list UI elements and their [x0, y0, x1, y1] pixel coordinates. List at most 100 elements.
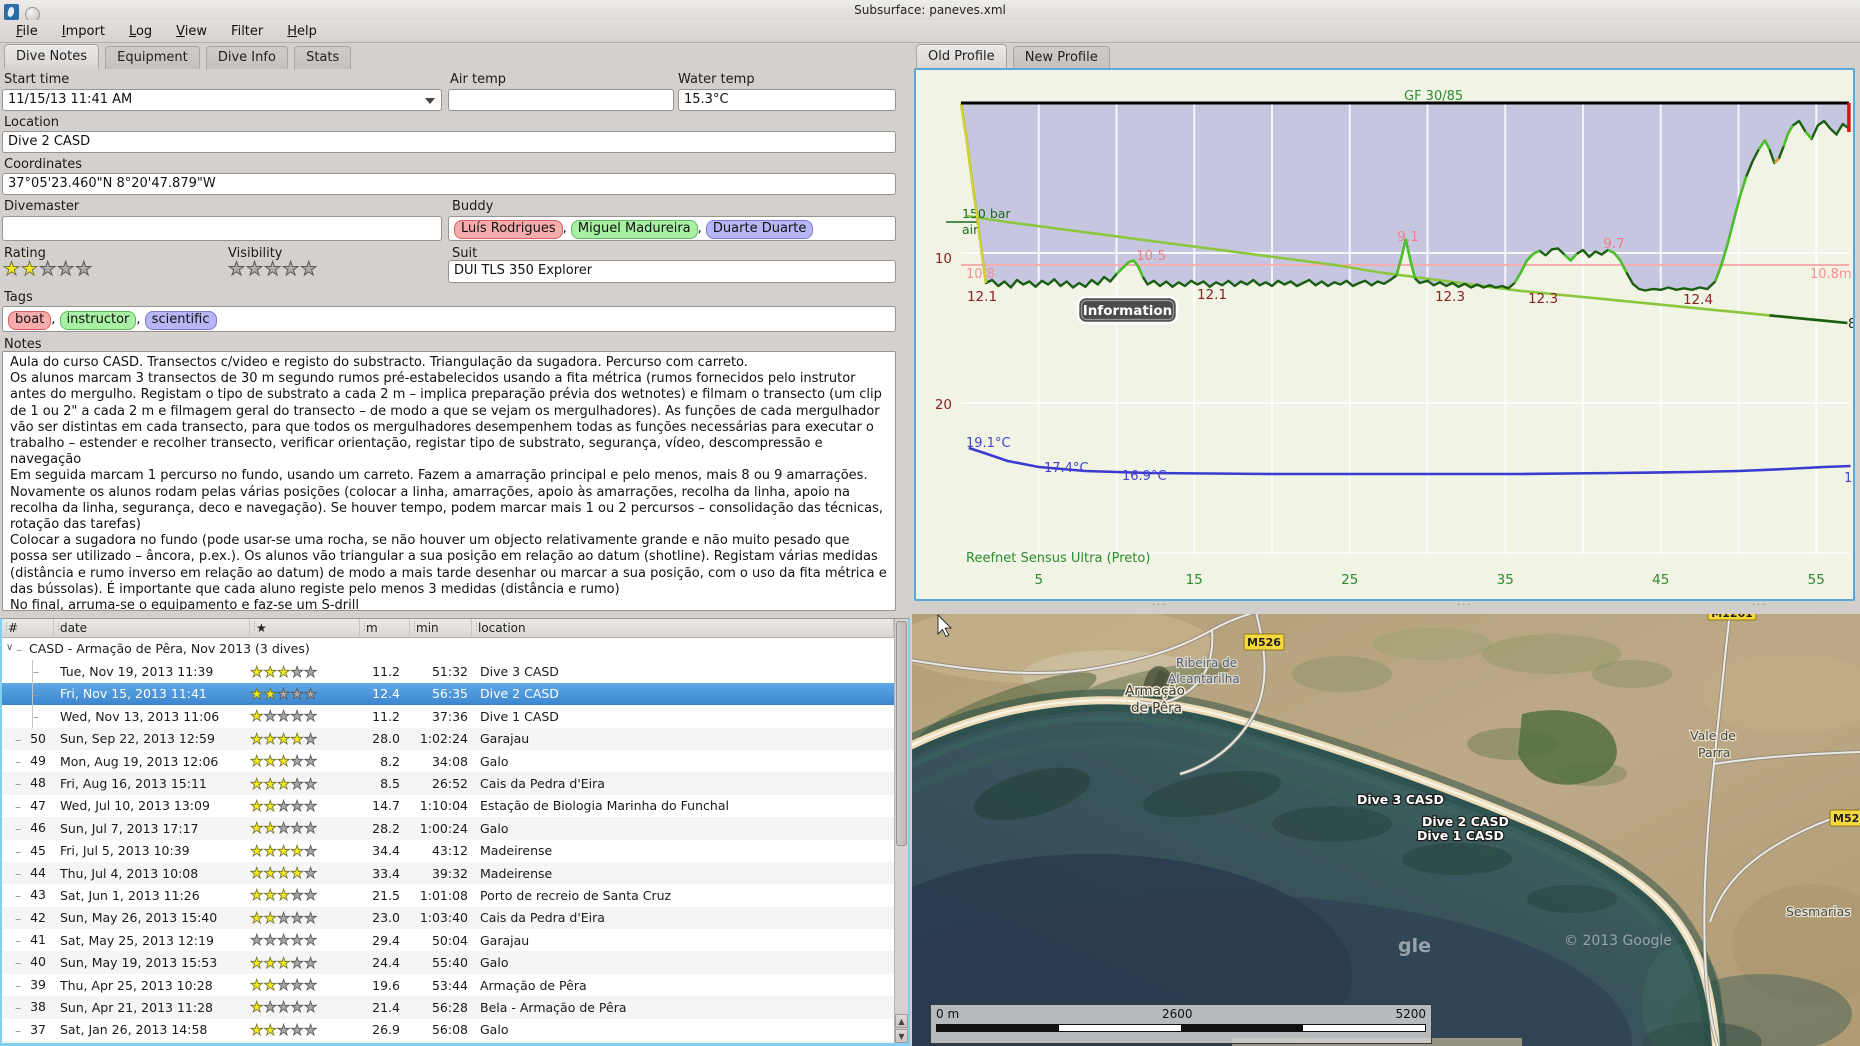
- star-icon[interactable]: ★: [75, 258, 93, 280]
- star-icon: ★: [263, 908, 277, 927]
- start-time-combo[interactable]: 11/15/13 11:41 AM: [2, 89, 442, 111]
- star-icon[interactable]: ★: [282, 258, 300, 280]
- star-icon: ★: [250, 796, 264, 816]
- star-icon: ★: [290, 707, 304, 726]
- buddy-field[interactable]: Luís Rodrigues, Miguel Madureira, Duarte…: [448, 216, 896, 241]
- dive-list-scrollbar[interactable]: ▲ ▼: [894, 619, 908, 1043]
- star-icon: ★: [290, 931, 304, 950]
- air-temp-field[interactable]: [448, 89, 674, 111]
- coordinates-field[interactable]: 37°05'23.460"N 8°20'47.879"W: [2, 173, 896, 195]
- menu-help[interactable]: Help: [277, 22, 327, 41]
- tab-stats[interactable]: Stats: [294, 46, 352, 69]
- tab-equipment[interactable]: Equipment: [105, 46, 200, 69]
- menu-filter[interactable]: Filter: [221, 22, 273, 41]
- place-label-armacao: Armação de Pêra: [1124, 682, 1187, 718]
- pill-Miguel Madureira[interactable]: Miguel Madureira: [570, 220, 698, 239]
- pill-instructor[interactable]: instructor: [59, 311, 137, 330]
- tab-dive-notes[interactable]: Dive Notes: [4, 44, 99, 68]
- menu-log[interactable]: Log: [119, 22, 162, 41]
- svg-text:de Pêra: de Pêra: [1131, 700, 1182, 716]
- dive-row[interactable]: –50 Sun, Sep 22, 2013 12:59 ★★★★★ 28.0 1:02:…: [2, 727, 894, 750]
- map-canvas[interactable]: M526 M1261 M526 Armação de Pêra Ribeira …: [912, 614, 1860, 1046]
- svg-text:10.5: 10.5: [1136, 248, 1166, 264]
- coordinates-label: Coordinates: [4, 157, 83, 172]
- dive-row[interactable]: –43 Sat, Jun 1, 2013 11:26 ★★★★★ 21.5 1:01:0…: [2, 884, 894, 907]
- star-icon: ★: [303, 707, 318, 726]
- star-icon[interactable]: ★: [57, 258, 75, 280]
- dive-list-header[interactable]: # date ★ m min location: [2, 619, 894, 638]
- star-icon[interactable]: ★: [264, 258, 282, 280]
- notes-field[interactable]: Aula do curso CASD. Transectos c/video e…: [2, 351, 896, 611]
- tab-new-profile[interactable]: New Profile: [1012, 46, 1110, 69]
- dive-row[interactable]: – Tue, Nov 19, 2013 11:39 ★★★★★ 11.2 51:32 Di…: [2, 660, 894, 683]
- divemaster-field[interactable]: [2, 216, 442, 241]
- scrollbar-thumb[interactable]: [896, 621, 907, 846]
- dive-row[interactable]: –39 Thu, Apr 25, 2013 10:28 ★★★★★ 19.6 53:44…: [2, 973, 894, 997]
- scroll-up-button[interactable]: ▲: [895, 1014, 908, 1028]
- dive-row[interactable]: –49 Mon, Aug 19, 2013 12:06 ★★★★★ 8.2 34:08 G…: [2, 749, 894, 773]
- suit-field[interactable]: DUI TLS 350 Explorer: [448, 260, 896, 283]
- map-panel[interactable]: M526 M1261 M526 Armação de Pêra Ribeira …: [912, 614, 1860, 1046]
- dive-row[interactable]: –37 Sat, Jan 26, 2013 14:58 ★★★★★ 26.9 56:08…: [2, 1018, 894, 1042]
- col-depth[interactable]: m: [360, 619, 410, 637]
- svg-text:55: 55: [1808, 572, 1825, 588]
- star-icon: ★: [276, 931, 291, 950]
- information-tooltip[interactable]: Information: [1076, 295, 1179, 325]
- star-icon[interactable]: ★: [300, 258, 318, 280]
- star-icon: ★: [303, 841, 318, 860]
- star-icon: ★: [303, 1020, 318, 1039]
- water-temp-label: Water temp: [678, 72, 755, 87]
- col-date[interactable]: date: [54, 619, 250, 637]
- dive-row[interactable]: –48 Fri, Aug 16, 2013 15:11 ★★★★★ 8.5 26:52 C…: [2, 772, 894, 795]
- star-icon: ★: [276, 841, 291, 860]
- svg-text:16: 16: [1844, 471, 1853, 486]
- col-location[interactable]: location: [472, 619, 894, 637]
- pill-Luís Rodrigues[interactable]: Luís Rodrigues: [454, 220, 563, 239]
- pill-boat[interactable]: boat: [8, 311, 52, 330]
- star-icon: ★: [263, 707, 277, 726]
- col-rating[interactable]: ★: [250, 619, 360, 637]
- star-icon[interactable]: ★: [21, 258, 39, 280]
- tab-old-profile[interactable]: Old Profile: [916, 44, 1007, 68]
- location-field[interactable]: Dive 2 CASD: [2, 131, 896, 153]
- road-badge-m526: M526: [1243, 633, 1285, 651]
- menu-file[interactable]: File: [6, 22, 48, 41]
- dive-row[interactable]: –47 Wed, Jul 10, 2013 13:09 ★★★★★ 14.7 1:10:…: [2, 794, 894, 818]
- dive-row[interactable]: –44 Thu, Jul 4, 2013 10:08 ★★★★★ 33.4 39:32 M…: [2, 861, 894, 885]
- dive-row[interactable]: –42 Sun, May 26, 2013 15:40 ★★★★★ 23.0 1:03:…: [2, 906, 894, 930]
- title-bar[interactable]: Subsurface: paneves.xml: [0, 0, 1860, 22]
- dive-row[interactable]: –38 Sun, Apr 21, 2013 11:28 ★★★★★ 21.4 56:28…: [2, 996, 894, 1019]
- rating-stars[interactable]: ★★★★★: [2, 258, 93, 280]
- star-icon[interactable]: ★: [246, 258, 264, 280]
- col-number[interactable]: #: [2, 619, 54, 637]
- chevron-down-icon[interactable]: [425, 98, 435, 104]
- star-icon: ★: [276, 976, 291, 995]
- menu-view[interactable]: View: [166, 22, 217, 41]
- svg-text:12.4: 12.4: [1683, 292, 1713, 308]
- trip-header-row[interactable]: ∨ – CASD - Armação de Pêra, Nov 2013 (3 di…: [2, 638, 894, 661]
- dive-row[interactable]: – Fri, Nov 15, 2013 11:41 ★★★★★ 12.4 56:35 Di…: [2, 682, 894, 706]
- dive-row[interactable]: –36Sun, Jan 20, 2013 12:33★★★★★21.758:36…: [2, 1041, 894, 1043]
- visibility-stars[interactable]: ★★★★★: [227, 258, 318, 280]
- star-icon[interactable]: ★: [39, 258, 57, 280]
- star-icon: ★: [303, 908, 318, 927]
- star-icon: ★: [303, 976, 318, 995]
- svg-text:10: 10: [935, 251, 952, 267]
- dive-row[interactable]: –41 Sat, May 25, 2013 12:19 ★★★★★ 29.4 50:04…: [2, 929, 894, 952]
- dive-row[interactable]: –46 Sun, Jul 7, 2013 17:17 ★★★★★ 28.2 1:00:2…: [2, 817, 894, 840]
- panel-splitter[interactable]: ··· ··· ···: [912, 600, 1860, 614]
- star-icon[interactable]: ★: [227, 258, 246, 280]
- dive-row[interactable]: –40 Sun, May 19, 2013 15:53 ★★★★★ 24.4 55:40…: [2, 951, 894, 974]
- col-duration[interactable]: min: [410, 619, 472, 637]
- dive-row[interactable]: – Wed, Nov 13, 2013 11:06 ★★★★★ 11.2 37:36 Di…: [2, 705, 894, 728]
- menu-import[interactable]: Import: [52, 22, 115, 41]
- pill-Duarte Duarte[interactable]: Duarte Duarte: [705, 220, 814, 239]
- dive-row[interactable]: –45 Fri, Jul 5, 2013 10:39 ★★★★★ 34.4 43:12 M…: [2, 839, 894, 862]
- pill-scientific[interactable]: scientific: [144, 311, 217, 330]
- water-temp-field[interactable]: 15.3°C: [678, 89, 896, 111]
- scroll-down-button[interactable]: ▼: [895, 1029, 908, 1043]
- tags-field[interactable]: boat, instructor, scientific: [2, 306, 896, 332]
- star-icon[interactable]: ★: [2, 258, 21, 280]
- star-icon: ★: [276, 908, 291, 927]
- tab-dive-info[interactable]: Dive Info: [205, 46, 288, 69]
